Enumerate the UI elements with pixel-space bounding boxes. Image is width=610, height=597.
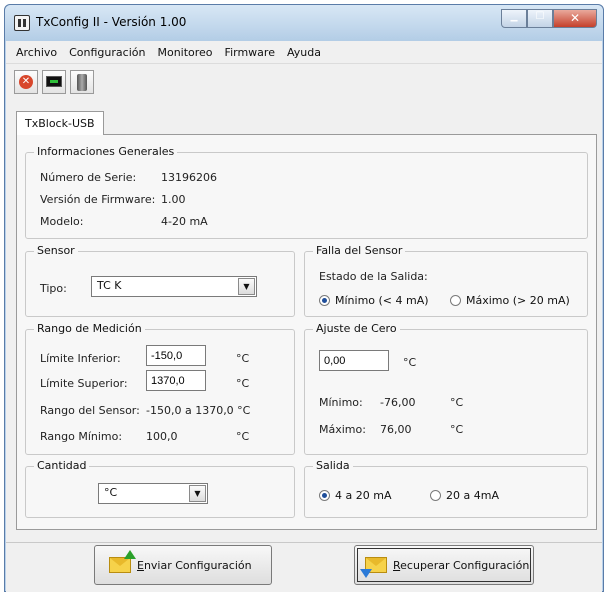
client-area: TxBlock-USB Informaciones Generales Núme… (6, 99, 602, 592)
menu-configuracion[interactable]: Configuración (63, 46, 151, 59)
output-4-20-label: 4 a 20 mA (335, 489, 392, 502)
fault-max-label: Máximo (> 20 mA) (466, 294, 570, 307)
model-label: Modelo: (40, 215, 84, 228)
toolbar: ✕ (6, 63, 602, 99)
send-envelope-icon (109, 550, 136, 573)
send-configuration-label: Enviar Configuración (137, 559, 252, 572)
device-button[interactable] (70, 70, 94, 94)
radio-selected-icon (319, 490, 330, 501)
recover-configuration-button[interactable]: Recuperar Configuración (354, 545, 534, 585)
zero-max-unit: °C (450, 423, 464, 436)
zero-adjust-group: Ajuste de Cero °C Mínimo: -76,00 °C Máxi… (304, 322, 588, 455)
sensor-range-value: -150,0 a 1370,0 °C (146, 404, 251, 417)
quantity-select[interactable]: °C ▼ (98, 483, 208, 504)
minimize-button[interactable]: ‒ (501, 9, 527, 28)
sensor-range-label: Rango del Sensor: (40, 404, 140, 417)
quantity-title: Cantidad (34, 459, 90, 473)
radio-empty-icon (450, 295, 461, 306)
zero-adjust-input[interactable] (319, 350, 389, 371)
min-range-unit: °C (236, 430, 250, 443)
tab-panel: Informaciones Generales Número de Serie:… (16, 134, 597, 530)
lower-limit-unit: °C (236, 352, 250, 365)
radio-selected-icon (319, 295, 330, 306)
fault-min-radio[interactable]: Mínimo (< 4 mA) (319, 294, 429, 307)
recover-arrow-icon (360, 569, 372, 578)
model-value: 4-20 mA (161, 215, 208, 228)
zero-adjust-title: Ajuste de Cero (313, 322, 400, 336)
zero-min-unit: °C (450, 396, 464, 409)
min-range-value: 100,0 (146, 430, 178, 443)
zero-min-label: Mínimo: (319, 396, 363, 409)
footer-divider (6, 542, 602, 543)
fault-min-label: Mínimo (< 4 mA) (335, 294, 429, 307)
upper-limit-label: Límite Superior: (40, 377, 128, 390)
disconnect-button[interactable]: ✕ (14, 70, 38, 94)
send-hotkey: E (137, 558, 144, 572)
upper-limit-input[interactable] (146, 370, 206, 391)
lower-limit-label: Límite Inferior: (40, 352, 121, 365)
send-label-rest: nviar Configuración (143, 558, 252, 572)
sensor-group: Sensor Tipo: TC K ▼ (25, 244, 295, 317)
sensor-type-label: Tipo: (40, 282, 67, 295)
monitor-icon (46, 76, 62, 87)
upper-limit-unit: °C (236, 377, 250, 390)
output-group: Salida 4 a 20 mA 20 a 4mA (304, 459, 588, 518)
device-icon (77, 74, 87, 91)
measurement-range-title: Rango de Medición (34, 322, 145, 336)
output-title: Salida (313, 459, 353, 473)
chevron-down-icon[interactable]: ▼ (238, 278, 255, 295)
app-icon (14, 15, 30, 31)
recover-configuration-label: Recuperar Configuración (393, 559, 529, 572)
disconnect-icon: ✕ (19, 75, 33, 89)
maximize-icon: ☐ (535, 11, 545, 22)
zero-max-label: Máximo: (319, 423, 366, 436)
radio-empty-icon (430, 490, 441, 501)
send-configuration-button[interactable]: Enviar Configuración (94, 545, 272, 585)
zero-max-value: 76,00 (380, 423, 412, 436)
output-20-4-label: 20 a 4mA (446, 489, 499, 502)
serial-value: 13196206 (161, 171, 217, 184)
recover-label-rest: ecuperar Configuración (400, 558, 530, 572)
output-4-20-radio[interactable]: 4 a 20 mA (319, 489, 391, 502)
serial-label: Número de Serie: (40, 171, 137, 184)
sensor-title: Sensor (34, 244, 78, 258)
menu-monitoreo[interactable]: Monitoreo (151, 46, 218, 59)
lower-limit-input[interactable] (146, 345, 206, 366)
sensor-fault-title: Falla del Sensor (313, 244, 406, 258)
sensor-type-value: TC K (97, 279, 122, 292)
min-range-label: Rango Mínimo: (40, 430, 123, 443)
window-title: TxConfig II - Versión 1.00 (36, 15, 187, 29)
fault-max-radio[interactable]: Máximo (> 20 mA) (450, 294, 570, 307)
minimize-icon: ‒ (509, 13, 519, 27)
menu-ayuda[interactable]: Ayuda (281, 46, 327, 59)
caption-buttons: ‒ ☐ ✕ (501, 9, 597, 29)
output-state-label: Estado de la Salida: (319, 270, 428, 283)
general-info-group: Informaciones Generales Número de Serie:… (25, 145, 588, 239)
recover-envelope-icon (360, 557, 387, 578)
tab-txblock-usb[interactable]: TxBlock-USB (16, 111, 104, 135)
firmware-label: Versión de Firmware: (40, 193, 156, 206)
output-20-4-radio[interactable]: 20 a 4mA (430, 489, 499, 502)
maximize-button[interactable]: ☐ (527, 9, 553, 28)
firmware-value: 1.00 (161, 193, 186, 206)
monitor-button[interactable] (42, 70, 66, 94)
app-window: TxConfig II - Versión 1.00 ‒ ☐ ✕ Archivo… (4, 4, 604, 592)
close-icon: ✕ (569, 11, 581, 25)
quantity-group: Cantidad °C ▼ (25, 459, 295, 518)
close-button[interactable]: ✕ (553, 9, 597, 28)
zero-min-value: -76,00 (380, 396, 416, 409)
menu-bar: Archivo Configuración Monitoreo Firmware… (6, 41, 602, 63)
send-arrow-icon (124, 550, 136, 559)
measurement-range-group: Rango de Medición Límite Inferior: °C Lí… (25, 322, 295, 455)
sensor-fault-group: Falla del Sensor Estado de la Salida: Mí… (304, 244, 588, 317)
general-info-title: Informaciones Generales (34, 145, 178, 159)
chevron-down-icon[interactable]: ▼ (189, 485, 206, 502)
quantity-value: °C (104, 486, 118, 499)
sensor-type-select[interactable]: TC K ▼ (91, 276, 257, 297)
menu-firmware[interactable]: Firmware (219, 46, 281, 59)
zero-adjust-unit: °C (403, 356, 417, 369)
menu-archivo[interactable]: Archivo (10, 46, 63, 59)
title-bar[interactable]: TxConfig II - Versión 1.00 ‒ ☐ ✕ (5, 5, 603, 41)
